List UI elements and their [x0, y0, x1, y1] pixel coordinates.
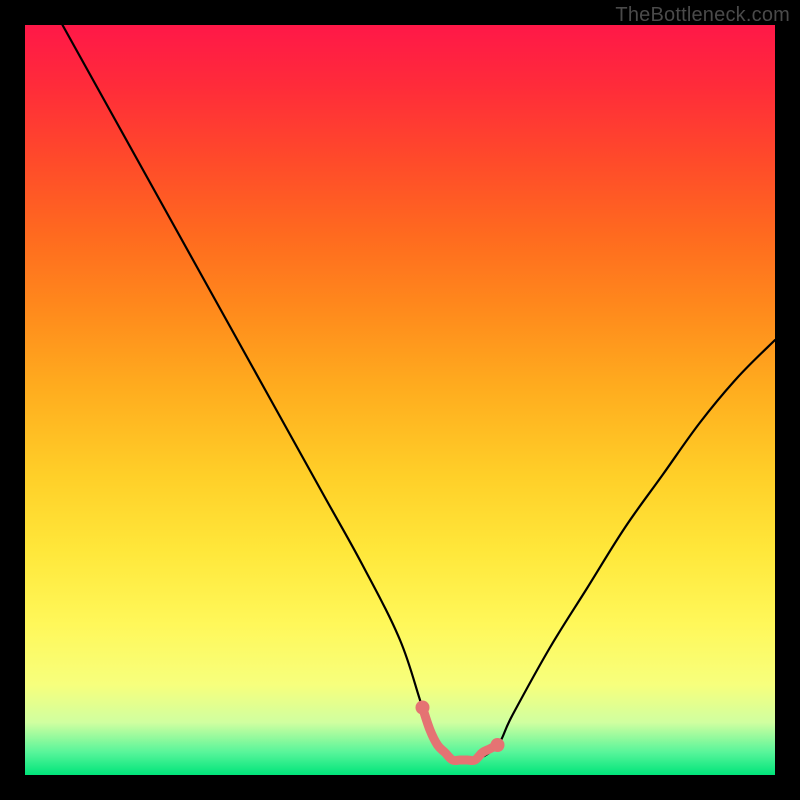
bottleneck-curve: [63, 25, 776, 762]
highlight-end-dot: [491, 738, 505, 752]
plot-area: [25, 25, 775, 775]
watermark-text: TheBottleneck.com: [615, 4, 790, 27]
highlight-start-dot: [416, 701, 430, 715]
curve-layer: [25, 25, 775, 775]
highlight-segment: [423, 708, 498, 761]
chart-frame: TheBottleneck.com: [0, 0, 800, 800]
